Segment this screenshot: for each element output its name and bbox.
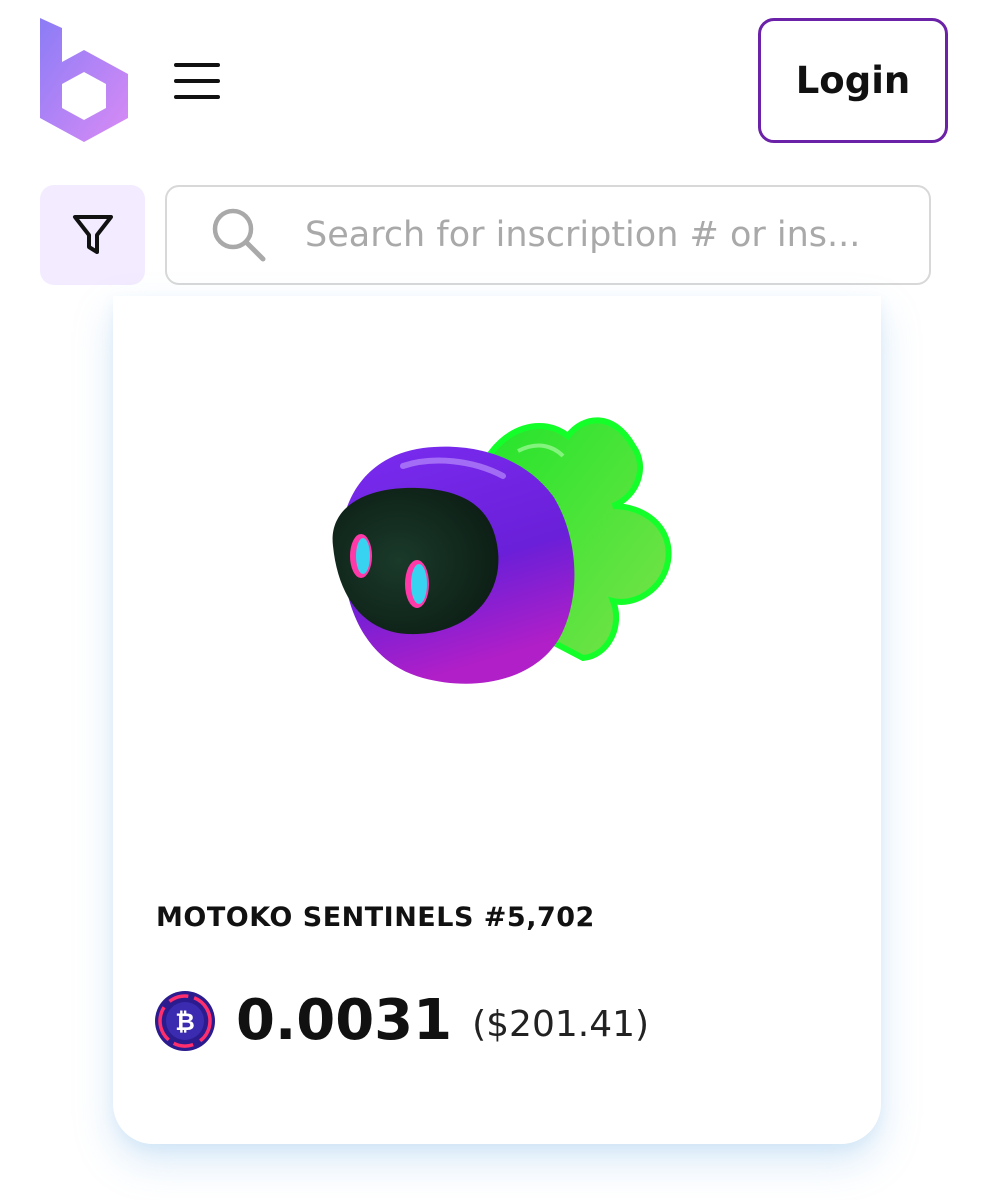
search-input[interactable]: [305, 215, 905, 255]
item-title[interactable]: MOTOKO SENTINELS #5,702: [156, 902, 595, 933]
search-icon: [212, 208, 266, 262]
inscription-card[interactable]: MOTOKO SENTINELS #5,702 ₿ 0.0031 ($201.4…: [113, 296, 881, 1144]
svg-text:₿: ₿: [175, 1008, 195, 1036]
filter-button[interactable]: [40, 185, 145, 285]
bitcoin-icon: ₿: [155, 990, 215, 1051]
hamburger-menu-icon[interactable]: [168, 56, 226, 106]
ghost-robot-nft-image[interactable]: [313, 356, 713, 696]
price-btc: 0.0031: [236, 988, 453, 1053]
filter-icon: [72, 215, 113, 254]
login-button[interactable]: Login: [758, 18, 948, 143]
brand-logo-icon[interactable]: [40, 18, 128, 144]
search-bar[interactable]: [165, 185, 931, 285]
price-row: ₿ 0.0031 ($201.41): [154, 988, 649, 1053]
price-usd: ($201.41): [472, 1004, 650, 1045]
